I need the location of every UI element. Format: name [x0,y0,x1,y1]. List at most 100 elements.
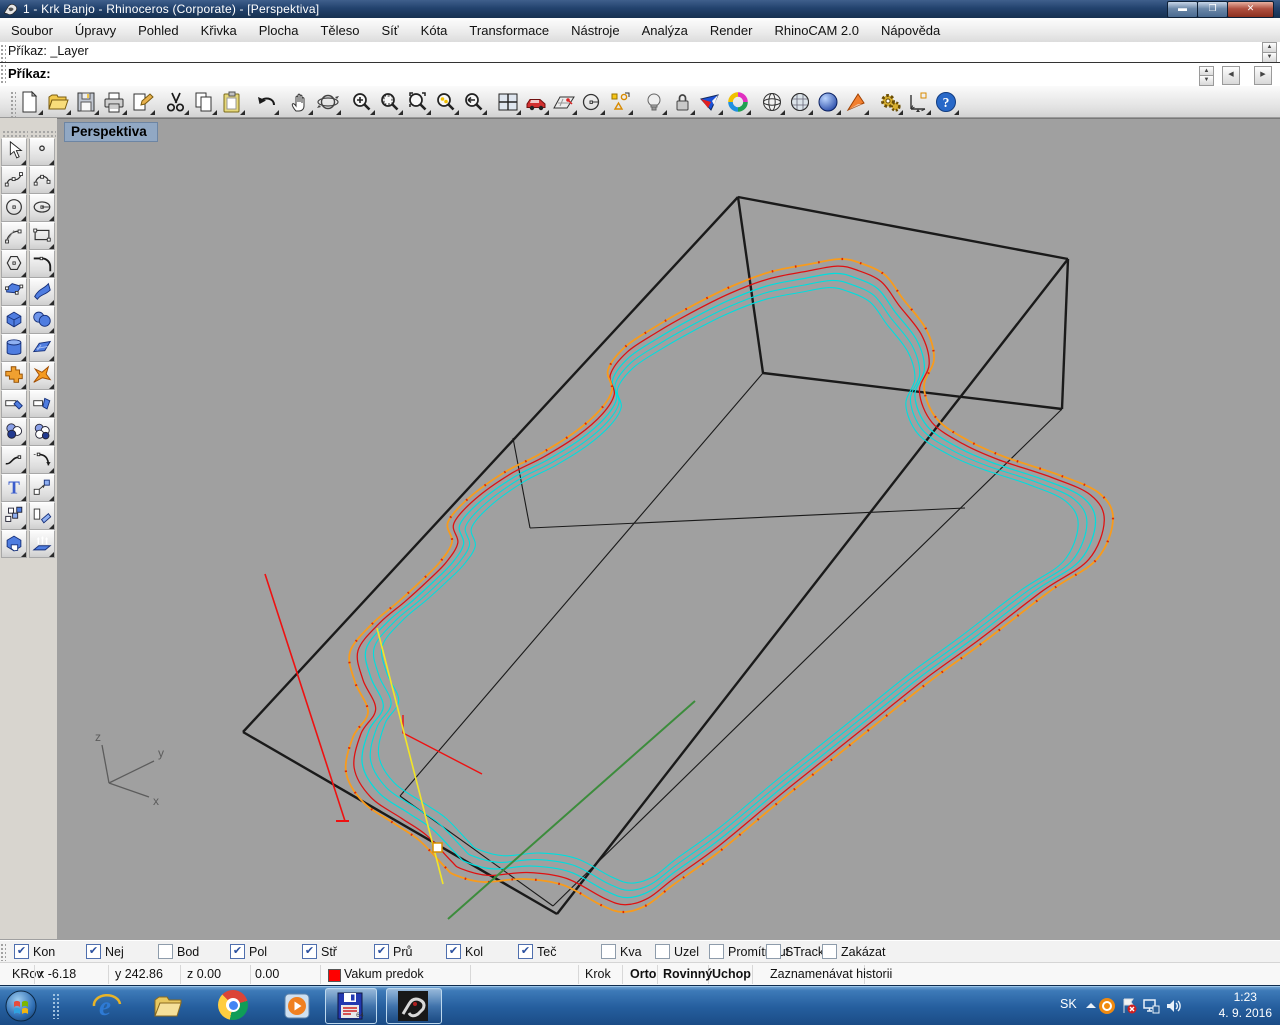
menu-n-stroje[interactable]: Nástroje [560,19,630,42]
copy-icon[interactable] [191,89,217,115]
rhinoceros-app-icon[interactable] [397,990,429,1022]
menu-transformace[interactable]: Transformace [458,19,560,42]
current-layer[interactable]: Vakum predok [344,967,424,981]
chrome-browser-icon[interactable] [218,990,248,1020]
osnap-kva[interactable]: Kva [601,944,642,959]
ie-browser-icon[interactable]: e [90,990,122,1022]
trim-icon[interactable] [1,390,27,418]
named-views-icon[interactable] [523,89,549,115]
osnap-zak-zat[interactable]: Zakázat [822,944,885,959]
osnap-grip[interactable] [0,943,6,961]
split-icon[interactable] [29,390,55,418]
circle-center-icon[interactable] [1,194,27,222]
cut-icon[interactable] [163,89,189,115]
wireframe-display-icon[interactable] [759,89,785,115]
avast-tray-icon[interactable] [1098,997,1116,1015]
cplane-icon[interactable] [551,89,577,115]
dimension-tool-icon[interactable] [905,89,931,115]
select-arrow-icon[interactable] [1,138,27,166]
surface-3pt-icon[interactable] [1,278,27,306]
move-point-icon[interactable] [29,474,55,502]
cylinder-icon[interactable] [1,334,27,362]
control-point-curve-icon[interactable] [1,166,27,194]
menu-t-leso[interactable]: Těleso [309,19,370,42]
menu--pravy[interactable]: Úpravy [64,19,127,42]
osnap-strack[interactable]: STrack [766,944,824,959]
polygon-icon[interactable] [1,250,27,278]
sphere-pair-icon[interactable] [29,306,55,334]
help-icon[interactable]: ? [933,89,959,115]
osnap-pr-[interactable]: ✔ Prů [374,944,412,959]
minimize-button[interactable]: ▬ [1167,1,1198,18]
undo-icon[interactable] [253,89,279,115]
toggle-rovinn-[interactable]: Rovinný [663,967,712,981]
toggle-krok[interactable]: Krok [585,967,611,981]
checkbox-icon[interactable] [766,944,781,959]
checkbox-icon[interactable]: ✔ [86,944,101,959]
start-orb-icon[interactable] [5,990,37,1022]
layer-wedge-icon[interactable] [697,89,723,115]
close-button[interactable]: ✕ [1227,1,1274,18]
viewport-tab-perspektiva[interactable]: Perspektiva [64,122,158,142]
osnap-kon[interactable]: ✔ Kon [14,944,55,959]
ellipse-icon[interactable] [29,194,55,222]
osnap-pol[interactable]: ✔ Pol [230,944,267,959]
menu-pohled[interactable]: Pohled [127,19,189,42]
pan-icon[interactable] [287,89,313,115]
rotate-view-icon[interactable] [315,89,341,115]
prompt-spin-down-button[interactable]: ▼ [1199,75,1214,86]
zoom-dynamic-icon[interactable] [349,89,375,115]
lamp-icon[interactable] [641,89,667,115]
osnap-nej[interactable]: ✔ Nej [86,944,124,959]
checkbox-icon[interactable]: ✔ [518,944,533,959]
color-wheel-icon[interactable] [725,89,751,115]
print-icon[interactable] [101,89,127,115]
text-icon[interactable]: T [1,474,27,502]
circle-diff-icon[interactable] [29,418,55,446]
lock-icon[interactable] [669,89,695,115]
fillet-corner-icon[interactable] [29,250,55,278]
rendered-display-icon[interactable] [815,89,841,115]
zoom-selected-icon[interactable] [433,89,459,115]
command-prompt[interactable]: Příkaz: [8,63,51,85]
action-center-flag-icon[interactable] [1120,997,1138,1015]
sidebar-grip[interactable] [30,130,56,138]
export-annotate-icon[interactable] [129,89,155,115]
curve-blend-icon[interactable] [1,446,27,474]
volume-tray-icon[interactable] [1164,997,1182,1015]
paste-icon[interactable] [219,89,245,115]
checkbox-icon[interactable] [655,944,670,959]
checkbox-icon[interactable]: ✔ [446,944,461,959]
restore-button[interactable]: ❐ [1197,1,1228,18]
osnap-kol[interactable]: ✔ Kol [446,944,483,959]
puzzle-plugin-icon[interactable] [1,362,27,390]
menu-render[interactable]: Render [699,19,764,42]
osnap-bod[interactable]: Bod [158,944,199,959]
array-icon[interactable] [1,502,27,530]
circle-tool-icon[interactable] [579,89,605,115]
point-edit-icon[interactable] [607,89,633,115]
arc-continue-icon[interactable] [29,446,55,474]
perspective-viewport[interactable]: z y x Perspektiva [57,118,1280,941]
zoom-extents-icon[interactable] [405,89,431,115]
arc-icon[interactable] [1,222,27,250]
checkbox-icon[interactable]: ✔ [374,944,389,959]
osnap-uzel[interactable]: Uzel [655,944,699,959]
flag-cone-icon[interactable] [843,89,869,115]
checkbox-icon[interactable] [709,944,724,959]
save-file-icon[interactable] [73,89,99,115]
surface-bend-icon[interactable] [29,278,55,306]
toggle-orto[interactable]: Orto [630,967,656,981]
viewport-layout-icon[interactable] [495,89,521,115]
menu-rhinocam-2-0[interactable]: RhinoCAM 2.0 [763,19,870,42]
checkbox-icon[interactable]: ✔ [14,944,29,959]
surface-plane-icon[interactable] [29,334,55,362]
menu-k-ta[interactable]: Kóta [410,19,459,42]
zoom-previous-icon[interactable] [461,89,487,115]
toggle-zaznamen-vat-historii[interactable]: Zaznamenávat historii [770,967,892,981]
language-indicator[interactable]: SK [1060,997,1077,1011]
box-icon[interactable] [1,306,27,334]
sidebar-grip[interactable] [2,130,28,138]
orient-icon[interactable] [29,502,55,530]
command-grip[interactable] [0,44,6,84]
